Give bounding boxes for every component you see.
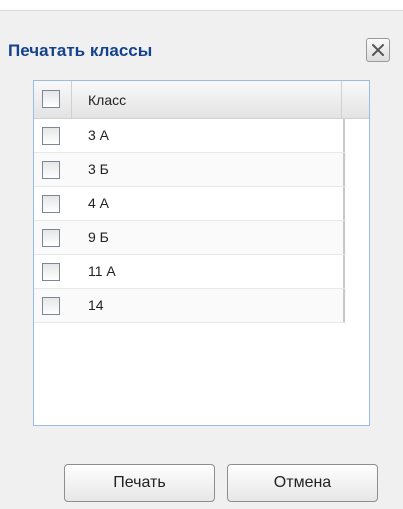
column-header-label: Класс <box>88 92 127 108</box>
print-classes-dialog: Печатать классы Класс 3 А 3 Б 4 А 9 Б 11… <box>0 10 403 509</box>
class-label: 4 А <box>88 195 110 211</box>
column-divider <box>343 221 345 254</box>
row-checkbox[interactable] <box>42 297 60 315</box>
row-checkbox-cell <box>34 255 72 288</box>
class-grid-panel: Класс 3 А 3 Б 4 А 9 Б 11 А 14 <box>33 80 370 426</box>
dialog-title-bar: Печатать классы <box>0 11 403 79</box>
column-divider <box>343 289 345 322</box>
close-icon <box>372 44 384 56</box>
grid-header: Класс <box>34 81 369 119</box>
dialog-title: Печатать классы <box>8 41 153 60</box>
class-label: 9 Б <box>88 229 109 245</box>
class-label: 3 Б <box>88 161 109 177</box>
class-label: 11 А <box>88 263 116 279</box>
close-button[interactable] <box>366 38 390 62</box>
table-row[interactable]: 9 Б <box>34 221 346 255</box>
table-row[interactable]: 4 А <box>34 187 346 221</box>
row-checkbox[interactable] <box>42 127 60 145</box>
row-checkbox-cell <box>34 119 72 152</box>
table-row[interactable]: 3 Б <box>34 153 346 187</box>
column-divider <box>343 119 345 152</box>
row-checkbox-cell <box>34 187 72 220</box>
select-all-checkbox[interactable] <box>42 90 60 108</box>
print-button[interactable]: Печать <box>64 464 215 502</box>
row-checkbox[interactable] <box>42 263 60 281</box>
column-divider <box>343 187 345 220</box>
row-checkbox-cell <box>34 153 72 186</box>
column-divider <box>343 255 345 288</box>
row-checkbox[interactable] <box>42 195 60 213</box>
row-checkbox-cell <box>34 221 72 254</box>
row-checkbox-cell <box>34 289 72 322</box>
column-divider <box>343 153 345 186</box>
table-row[interactable]: 11 А <box>34 255 346 289</box>
row-checkbox[interactable] <box>42 229 60 247</box>
table-row[interactable]: 3 А <box>34 119 346 153</box>
header-checkbox-cell <box>34 81 72 118</box>
row-checkbox[interactable] <box>42 161 60 179</box>
column-header-class[interactable]: Класс <box>72 81 342 118</box>
cancel-button[interactable]: Отмена <box>227 464 378 502</box>
class-label: 14 <box>88 297 104 313</box>
table-row[interactable]: 14 <box>34 289 346 323</box>
class-label: 3 А <box>88 127 110 143</box>
